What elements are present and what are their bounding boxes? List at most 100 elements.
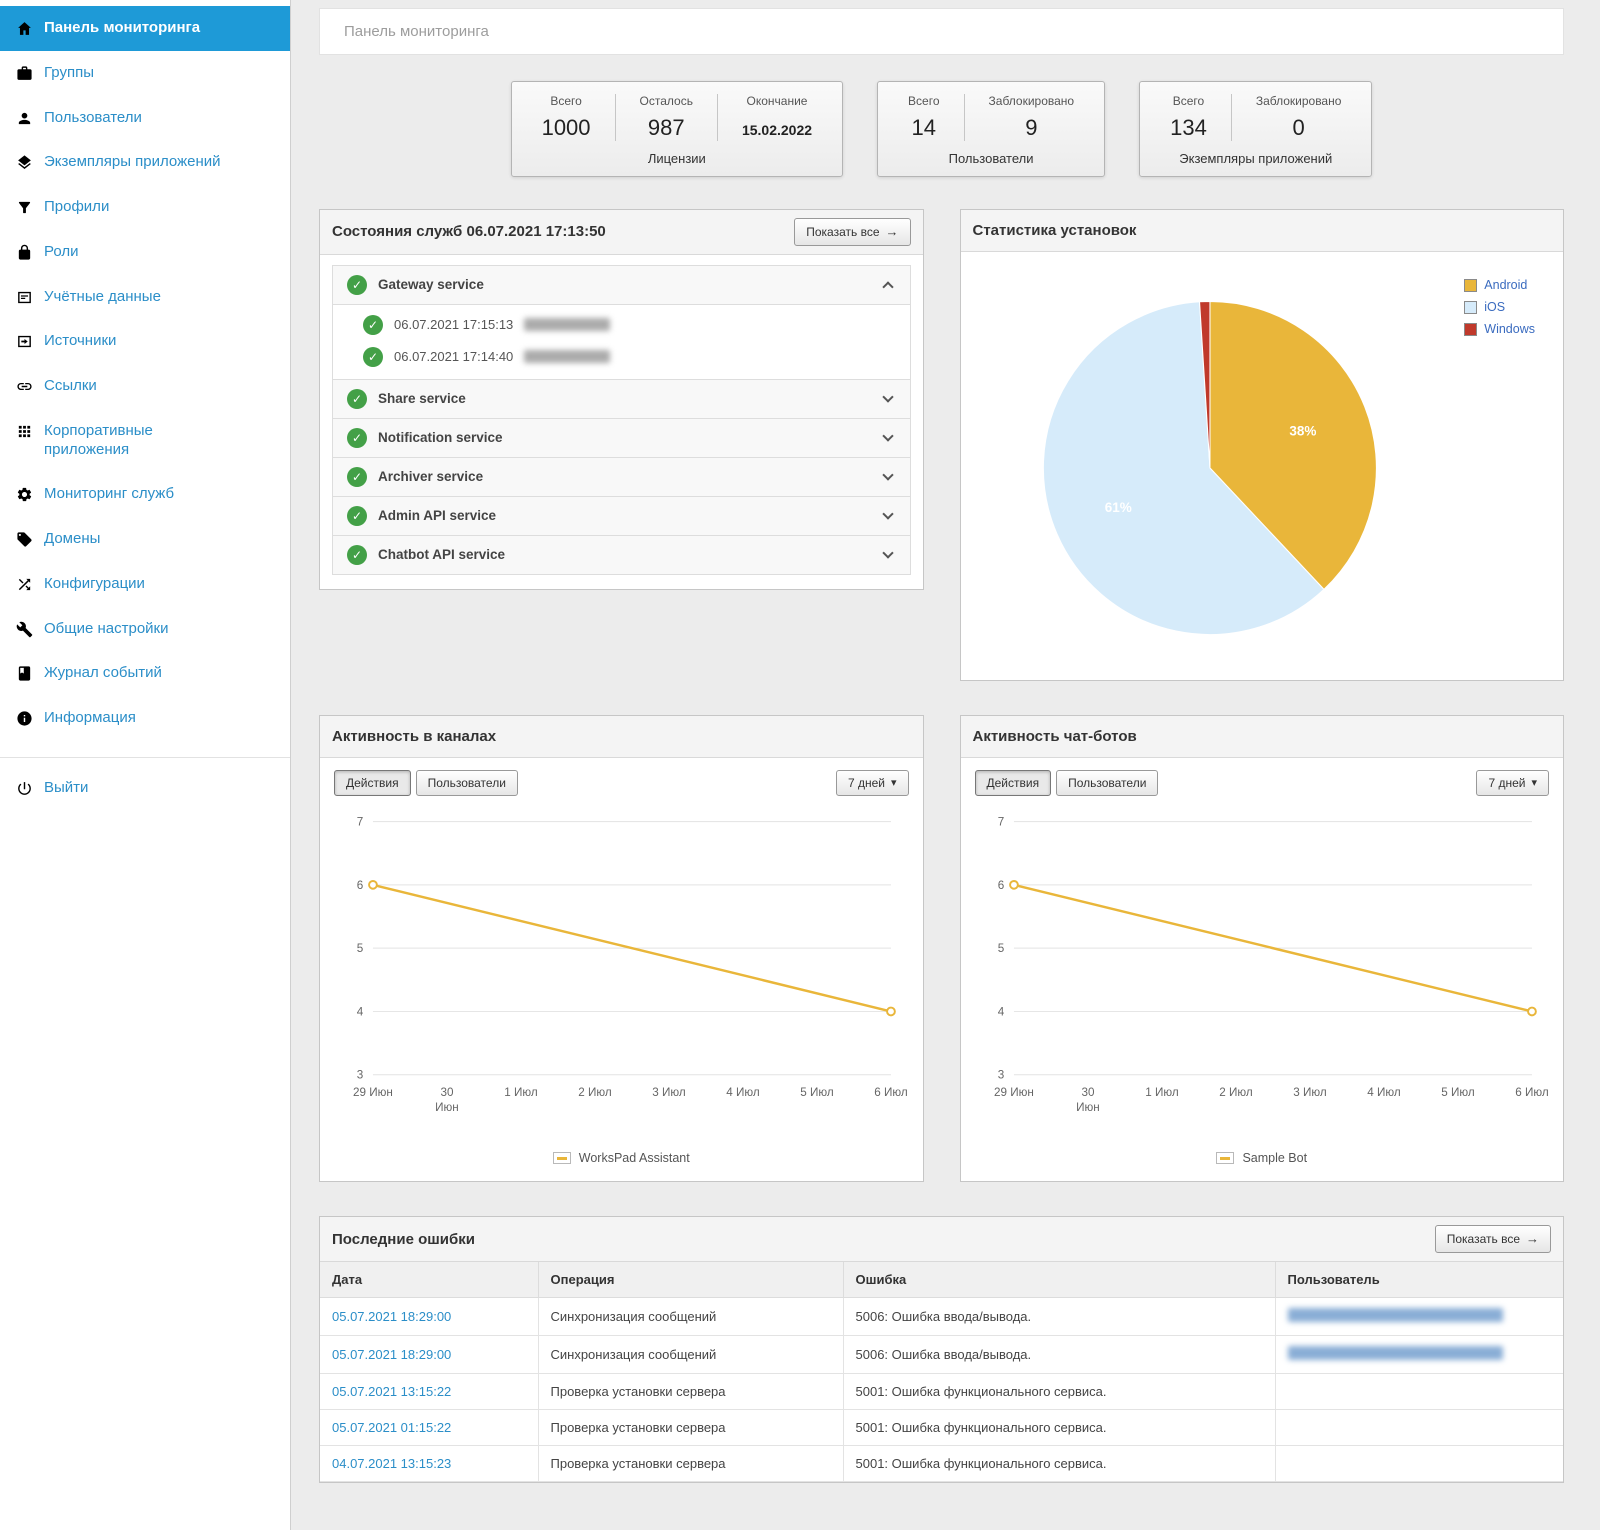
chevron-down-icon [882,547,893,558]
service-name: Notification service [378,430,873,445]
sidebar-item-label: Профили [44,198,109,217]
installs-pie-chart: 38%61% [1007,264,1455,672]
service-row-gateway[interactable]: ✓ Gateway service [333,266,910,305]
actions-toggle-button[interactable]: Действия [334,770,411,796]
chart-legend: Sample Bot [975,1145,1550,1173]
users-toggle-button[interactable]: Пользователи [416,770,518,796]
error-operation: Проверка установки сервера [538,1409,843,1445]
svg-text:3 Июл: 3 Июл [1293,1087,1326,1100]
sidebar-nav: Панель мониторинга Группы Пользователи Э… [0,6,290,811]
service-entry: ✓ 06.07.2021 17:15:13 [363,315,896,335]
error-user [1275,1297,1563,1335]
service-name: Archiver service [378,469,873,484]
column-header-operation: Операция [538,1262,843,1298]
service-entry-timestamp: 06.07.2021 17:15:13 [394,317,513,332]
legend-item-ios[interactable]: iOS [1464,300,1535,314]
stat-card-users: Всего 14 Заблокировано 9 Пользователи [877,81,1105,177]
sidebar-item-profiles[interactable]: Профили [0,185,290,230]
svg-text:6: 6 [997,879,1004,892]
service-row-archiver[interactable]: ✓ Archiver service [333,458,910,497]
sidebar-item-domains[interactable]: Домены [0,517,290,562]
recent-errors-panel: Последние ошибки Показать все → Дата Опе… [319,1216,1564,1483]
chevron-down-icon [882,508,893,519]
show-all-services-button[interactable]: Показать все → [794,218,910,246]
svg-text:4 Июл: 4 Июл [1367,1087,1400,1100]
legend-label[interactable]: WorksPad Assistant [579,1151,690,1165]
service-row-share[interactable]: ✓ Share service [333,380,910,419]
legend-swatch [1464,323,1477,336]
error-date-link[interactable]: 05.07.2021 18:29:00 [320,1297,538,1335]
chevron-up-icon [882,281,893,292]
legend-item-android[interactable]: Android [1464,278,1535,292]
period-dropdown[interactable]: 7 дней ▾ [836,770,909,796]
chatbot-activity-panel: Активность чат-ботов Действия Пользовате… [960,715,1565,1182]
stat-value: 15.02.2022 [742,115,812,138]
chart-container: Действия Пользователи 7 дней ▾ 3456729 И… [961,758,1564,1181]
chart-container: Действия Пользователи 7 дней ▾ 3456729 И… [320,758,923,1181]
shuffle-icon [16,576,33,593]
sidebar-divider [0,757,290,758]
sidebar-item-label: Корпоративные приложения [44,422,222,460]
home-icon [16,20,33,37]
book-icon [16,665,33,682]
show-all-errors-button[interactable]: Показать все → [1435,1225,1551,1253]
svg-text:5 Июл: 5 Июл [1441,1087,1474,1100]
table-row: 05.07.2021 18:29:00 Синхронизация сообще… [320,1297,1563,1335]
sidebar-item-dashboard[interactable]: Панель мониторинга [0,6,290,51]
sidebar-item-app-instances[interactable]: Экземпляры приложений [0,140,290,185]
stat-value: 14 [908,115,939,141]
column-header-user: Пользователь [1275,1262,1563,1298]
legend-label[interactable]: Sample Bot [1242,1151,1307,1165]
column-header-error: Ошибка [843,1262,1275,1298]
sidebar-item-label: Роли [44,243,79,262]
sidebar-item-users[interactable]: Пользователи [0,96,290,141]
panel-header: Статистика установок [961,210,1564,252]
error-date-link[interactable]: 05.07.2021 13:15:22 [320,1373,538,1409]
stat-col: Всего 1000 [518,94,615,141]
stat-col: Всего 134 [1146,94,1231,141]
actions-toggle-button[interactable]: Действия [975,770,1052,796]
service-row-notification[interactable]: ✓ Notification service [333,419,910,458]
service-row-admin-api[interactable]: ✓ Admin API service [333,497,910,536]
sidebar-item-event-log[interactable]: Журнал событий [0,651,290,696]
service-entries: ✓ 06.07.2021 17:15:13 ✓ 06.07.2021 17:14… [333,305,910,380]
sidebar-item-logout[interactable]: Выйти [0,766,290,811]
panel-title: Активность чат-ботов [973,728,1137,745]
error-date-link[interactable]: 04.07.2021 13:15:23 [320,1445,538,1481]
stat-card-app-instances: Всего 134 Заблокировано 0 Экземпляры при… [1139,81,1372,177]
sidebar-item-corporate-apps[interactable]: Корпоративные приложения [0,409,290,473]
redacted-user [1288,1308,1503,1322]
service-name: Admin API service [378,508,873,523]
sidebar-item-groups[interactable]: Группы [0,51,290,96]
svg-text:6: 6 [357,879,363,892]
period-dropdown[interactable]: 7 дней ▾ [1476,770,1549,796]
sidebar-item-configurations[interactable]: Конфигурации [0,562,290,607]
sidebar-item-sources[interactable]: Источники [0,319,290,364]
panel-title: Активность в каналах [332,728,496,745]
legend-label: iOS [1484,300,1505,314]
sidebar-item-general-settings[interactable]: Общие настройки [0,607,290,652]
status-ok-icon: ✓ [363,315,383,335]
sidebar-item-roles[interactable]: Роли [0,230,290,275]
status-ok-icon: ✓ [363,347,383,367]
error-message: 5006: Ошибка ввода/вывода. [843,1335,1275,1373]
sidebar-item-information[interactable]: Информация [0,696,290,741]
chart-legend: Android iOS Windows [1464,278,1535,336]
svg-text:2 Июл: 2 Июл [1219,1087,1252,1100]
sidebar-item-service-monitoring[interactable]: Мониторинг служб [0,472,290,517]
chart-toolbar: Действия Пользователи 7 дней ▾ [334,770,909,796]
sidebar-item-label: Экземпляры приложений [44,153,221,172]
sidebar-item-credentials[interactable]: Учётные данные [0,275,290,320]
svg-text:6 Июл: 6 Июл [1515,1087,1548,1100]
svg-text:7: 7 [997,816,1004,829]
stat-col: Заблокировано 9 [964,94,1099,141]
error-date-link[interactable]: 05.07.2021 18:29:00 [320,1335,538,1373]
period-label: 7 дней [1488,776,1525,790]
service-name: Chatbot API service [378,547,873,562]
error-date-link[interactable]: 05.07.2021 01:15:22 [320,1409,538,1445]
service-row-chatbot-api[interactable]: ✓ Chatbot API service [333,536,910,574]
users-toggle-button[interactable]: Пользователи [1056,770,1158,796]
legend-item-windows[interactable]: Windows [1464,322,1535,336]
errors-table-header: Дата Операция Ошибка Пользователь [320,1262,1563,1298]
sidebar-item-links[interactable]: Ссылки [0,364,290,409]
